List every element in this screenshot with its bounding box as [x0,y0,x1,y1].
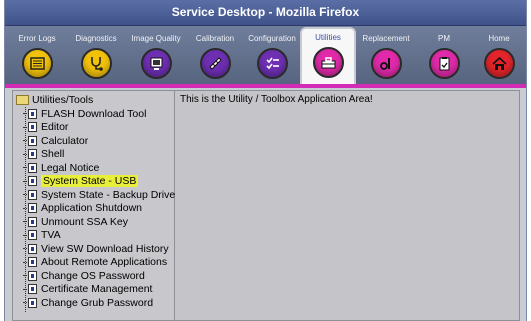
tree-item-tva[interactable]: TVA [23,229,61,242]
document-icon [28,122,37,132]
tab-diagnostics[interactable]: Diagnostics [68,28,124,83]
replacement-icon [371,48,402,79]
tab-error-logs[interactable]: Error Logs [9,28,65,83]
document-icon [28,149,37,159]
document-icon [28,108,37,119]
document-icon [28,270,37,281]
tree-item-label: Calculator [41,134,89,147]
tab-label: PM [438,34,450,43]
tree-item-label: About Remote Applications [41,256,168,268]
tree-item-label: Change Grub Password [41,296,154,309]
tree-item-label: FLASH Download Tool [41,107,147,120]
stethoscope-icon [81,48,112,79]
home-icon [484,48,515,79]
tree-item-label: TVA [41,229,61,241]
tab-label: Configuration [248,34,296,43]
tab-label: Replacement [362,34,410,43]
tab-label: Image Quality [131,34,181,43]
document-icon [28,203,37,213]
tree-item-label: System State - Backup Drive [41,188,176,201]
window-title: Service Desktop - Mozilla Firefox [5,0,526,26]
toolbox-icon [313,47,344,78]
document-icon [28,176,37,186]
tree-item-view-sw-download-history[interactable]: View SW Download History [23,242,169,255]
tree-item-label: Shell [41,148,65,160]
active-tab-accent-bar [5,84,526,88]
calibration-icon [200,48,231,79]
tab-image-quality[interactable]: Image Quality [128,28,184,83]
tab-label: Home [488,34,510,43]
nav-toolbar: Error Logs Diagnostics Image Quality Cal… [5,26,527,87]
tree-item-legal-notice[interactable]: Legal Notice [23,161,99,174]
tree-root-label: Utilities/Tools [32,94,94,106]
tab-replacement[interactable]: Replacement [358,28,414,83]
tree-item-system-state-usb[interactable]: System State - USB [23,175,139,188]
content-area: Utilities/Tools FLASH Download Tool Edit… [12,90,520,321]
application-area-message: This is the Utility / Toolbox Applicatio… [180,94,373,105]
tree-item-system-state-backup-drive[interactable]: System State - Backup Drive [23,188,175,201]
tree-item-label: View SW Download History [41,242,169,255]
document-icon [28,243,37,254]
pm-clipboard-icon [429,48,460,79]
tree-item-shell[interactable]: Shell [23,148,64,161]
tab-utilities[interactable]: Utilities [300,27,356,87]
tree-item-label: Editor [41,121,69,133]
tree-item-calculator[interactable]: Calculator [23,134,88,147]
tree-item-unmount-ssa-key[interactable]: Unmount SSA Key [23,215,128,228]
document-icon [28,297,37,308]
tree-item-label: Certificate Management [41,283,153,295]
tab-label: Error Logs [18,34,56,43]
tree-item-label: Legal Notice [41,161,100,174]
tab-label: Calibration [195,34,235,43]
document-icon [28,284,37,294]
tree-item-flash-download-tool[interactable]: FLASH Download Tool [23,107,146,120]
document-icon [28,257,37,267]
tree-item-change-grub-password[interactable]: Change Grub Password [23,296,153,309]
tab-home[interactable]: Home [471,28,527,83]
tree-item-certificate-management[interactable]: Certificate Management [23,283,152,296]
document-icon [28,230,37,240]
tree-item-label: Change OS Password [41,269,145,282]
tree-item-application-shutdown[interactable]: Application Shutdown [23,202,142,215]
tree-item-about-remote-applications[interactable]: About Remote Applications [23,256,167,269]
tab-label: Diagnostics [75,34,117,43]
tree-item-label: System State - USB [41,175,139,187]
tree-item-label: Unmount SSA Key [41,215,128,228]
document-icon [28,162,37,173]
image-quality-icon [141,48,172,79]
browser-window: Service Desktop - Mozilla Firefox Error … [4,0,527,321]
tree-item-editor[interactable]: Editor [23,121,68,134]
utilities-sidebar: Utilities/Tools FLASH Download Tool Edit… [13,91,175,320]
document-icon [28,216,37,227]
document-icon [28,135,37,146]
tab-configuration[interactable]: Configuration [244,28,300,83]
tree-item-change-os-password[interactable]: Change OS Password [23,269,145,282]
tree-item-label: Application Shutdown [41,202,142,214]
error-logs-icon [22,48,53,79]
configuration-icon [257,48,288,79]
tab-pm[interactable]: PM [416,28,472,83]
folder-icon [16,95,29,105]
tab-label: Utilities [315,33,341,42]
document-icon [28,189,37,200]
tab-calibration[interactable]: Calibration [187,28,243,83]
tree-root[interactable]: Utilities/Tools [16,94,93,106]
